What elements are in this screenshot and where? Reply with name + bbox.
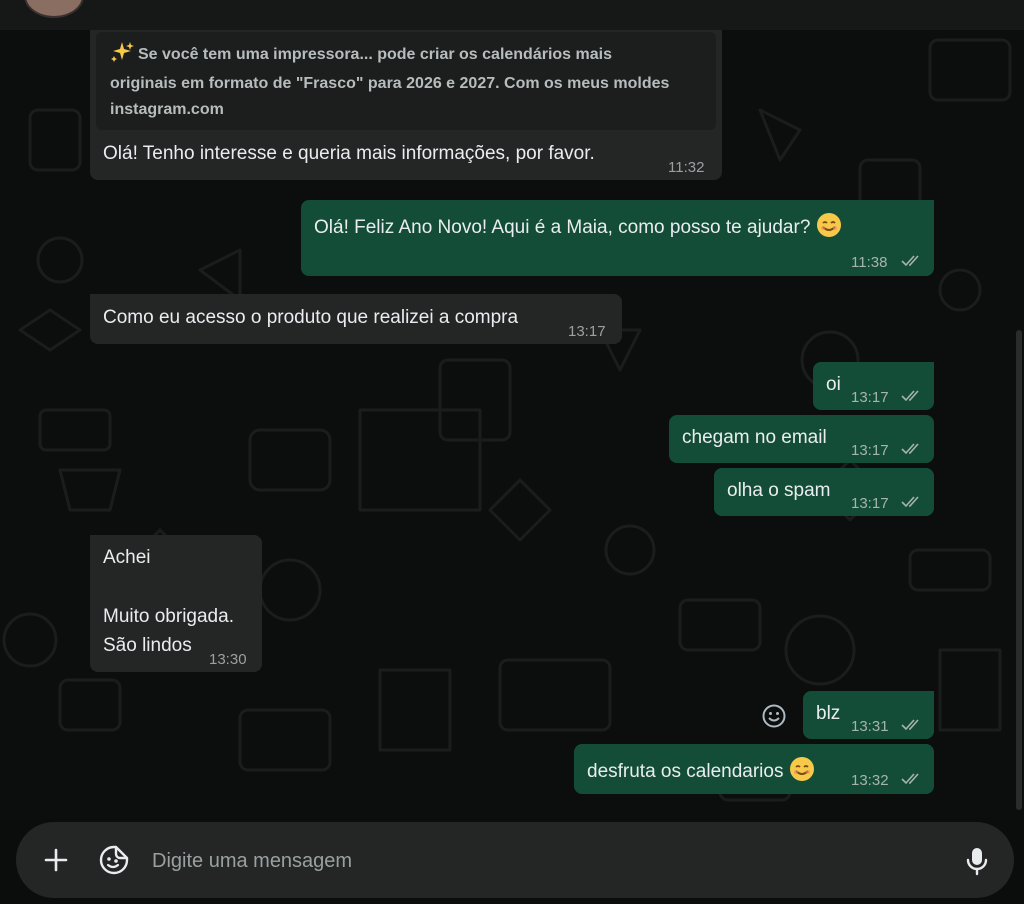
message-time: 13:17 [851, 495, 889, 512]
message-bubble-outgoing[interactable]: oi 13:17 [813, 362, 934, 410]
chat-header [0, 0, 1024, 30]
message-time: 11:38 [851, 254, 888, 271]
message-text-line-2: Muito obrigada. [103, 606, 234, 627]
read-ticks-icon [901, 390, 919, 402]
smiling-face-emoji [816, 213, 841, 237]
message-text: chegam no email [682, 427, 827, 448]
message-time: 13:31 [851, 718, 889, 735]
message-bubble-outgoing[interactable]: chegam no email 13:17 [669, 415, 934, 463]
quote-link[interactable]: instagram.com [110, 98, 224, 122]
message-time: 13:17 [851, 389, 889, 406]
message-text-line-3: São lindos [103, 635, 192, 656]
smiling-face-emoji [789, 757, 814, 781]
message-content: desfruta os calendarios [587, 756, 815, 784]
read-ticks-icon [901, 496, 919, 508]
link-preview[interactable]: Se você tem uma impressora... pode criar… [96, 32, 716, 130]
message-bubble-incoming[interactable]: Se você tem uma impressora... pode criar… [90, 30, 722, 180]
message-bubble-incoming[interactable]: Achei Muito obrigada. São lindos 13:30 [90, 535, 262, 672]
message-time: 11:32 [668, 159, 705, 176]
microphone-icon[interactable] [964, 846, 990, 876]
message-bubble-outgoing[interactable]: blz 13:31 [803, 691, 934, 739]
message-text: oi [826, 374, 841, 395]
message-bubble-outgoing[interactable]: desfruta os calendarios 13:32 [574, 744, 934, 794]
message-time: 13:17 [851, 442, 889, 459]
message-text-line-1: Achei [103, 547, 151, 568]
message-text: blz [816, 703, 841, 724]
message-time: 13:17 [568, 323, 606, 340]
emoji-reaction-icon[interactable] [761, 703, 787, 729]
message-text: Como eu acesso o produto que realizei a … [103, 307, 519, 328]
read-ticks-icon [901, 443, 919, 455]
sticker-icon[interactable] [98, 844, 130, 876]
avatar[interactable] [24, 0, 84, 18]
message-text: olha o spam [727, 480, 831, 501]
message-text: Olá! Feliz Ano Novo! Aqui é a Maia, como… [314, 217, 811, 238]
message-composer [16, 822, 1014, 898]
read-ticks-icon [901, 719, 919, 731]
message-list[interactable]: Se você tem uma impressora... pode criar… [0, 30, 1024, 818]
message-bubble-incoming[interactable]: Como eu acesso o produto que realizei a … [90, 294, 622, 344]
scrollbar[interactable] [1016, 330, 1022, 810]
message-time: 13:32 [851, 772, 889, 789]
message-time: 13:30 [209, 651, 247, 668]
message-bubble-outgoing[interactable]: olha o spam 13:17 [714, 468, 934, 516]
quote-line-2: originais em formato de "Frasco" para 20… [110, 75, 670, 92]
message-input[interactable] [150, 840, 914, 882]
attach-plus-icon[interactable] [42, 846, 70, 874]
message-text: desfruta os calendarios [587, 761, 784, 782]
read-ticks-icon [901, 773, 919, 785]
sparkles-icon [111, 42, 134, 62]
read-ticks-icon [901, 255, 919, 267]
quote-line-1: Se você tem uma impressora... pode criar… [138, 46, 612, 63]
message-text: Olá! Tenho interesse e queria mais infor… [103, 143, 595, 164]
message-content: Olá! Feliz Ano Novo! Aqui é a Maia, como… [314, 212, 842, 240]
message-bubble-outgoing[interactable]: Olá! Feliz Ano Novo! Aqui é a Maia, como… [301, 200, 934, 276]
